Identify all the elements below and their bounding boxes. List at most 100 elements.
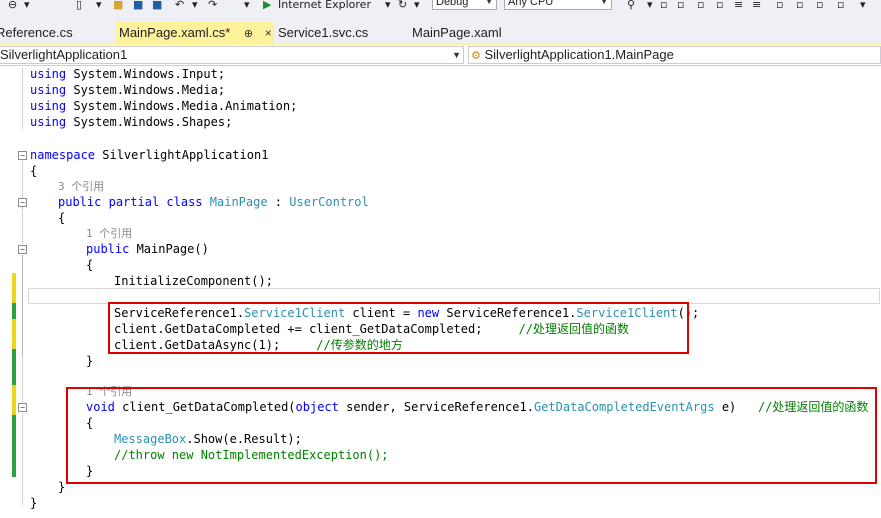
- undo-dropdown-icon[interactable]: ▾: [96, 0, 102, 12]
- chevron-down-icon: ▼: [485, 0, 493, 6]
- refresh-dropdown-icon[interactable]: ▾: [414, 0, 420, 12]
- code-text: {: [58, 211, 66, 225]
- undo-icon[interactable]: ↶: [175, 0, 184, 12]
- change-marker-saved: [12, 303, 16, 319]
- type-name: MainPage: [209, 195, 268, 209]
- find-icon[interactable]: ⚲: [627, 0, 635, 12]
- configuration-select[interactable]: Debug ▼: [432, 0, 497, 10]
- collapse-class-button[interactable]: −: [18, 198, 27, 207]
- project-combo[interactable]: SilverlightApplication1 ▼: [0, 46, 464, 64]
- find-dropdown-icon[interactable]: ▾: [647, 0, 653, 12]
- toolbar-icon-a[interactable]: ▫: [660, 0, 667, 12]
- tab-label: Service1.svc.cs: [278, 25, 369, 40]
- toolbar-icon-b[interactable]: ▫: [677, 0, 684, 12]
- annotation-box: [108, 302, 689, 354]
- fold-guide: [22, 68, 23, 130]
- collapse-namespace-button[interactable]: −: [18, 151, 27, 160]
- codelens-references[interactable]: 1 个引用: [86, 226, 132, 242]
- code-line: }: [86, 353, 93, 369]
- code-line: {: [30, 163, 37, 179]
- tab-reference-cs[interactable]: Reference.cs: [0, 22, 112, 43]
- collapse-constructor-button[interactable]: −: [18, 245, 27, 254]
- code-text: System.Windows.Media;: [73, 83, 226, 97]
- code-text: {: [86, 258, 94, 272]
- tab-label: MainPage.xaml.cs*: [119, 25, 231, 40]
- code-line: public partial class MainPage : UserCont…: [58, 194, 369, 210]
- code-text: System.Windows.Input;: [73, 67, 226, 81]
- browser-label[interactable]: Internet Explorer: [278, 0, 371, 12]
- tab-service1-svc-cs[interactable]: Service1.svc.cs: [274, 22, 404, 43]
- keyword: using: [30, 67, 67, 81]
- code-text: System.Windows.Shapes;: [73, 115, 233, 129]
- back-icon[interactable]: ⊖: [8, 0, 17, 12]
- collapse-method-button[interactable]: −: [18, 403, 27, 412]
- browser-dropdown-icon[interactable]: ▾: [385, 0, 391, 12]
- type-name: UserControl: [289, 195, 369, 209]
- platform-select[interactable]: Any CPU ▼: [504, 0, 612, 10]
- toolbar-icon-j[interactable]: ▫: [837, 0, 844, 12]
- toolbar-icon-f[interactable]: ≡: [752, 0, 761, 12]
- keyword: public: [86, 242, 130, 256]
- toolbar-icon-e[interactable]: ≡: [734, 0, 743, 12]
- platform-value: Any CPU: [508, 0, 554, 8]
- refresh-icon[interactable]: ↻: [398, 0, 407, 12]
- pin-icon[interactable]: ⊕: [244, 28, 253, 40]
- code-line: using System.Windows.Input;: [30, 66, 225, 82]
- redo-icon[interactable]: ↷: [208, 0, 217, 12]
- class-icon: ⚙: [471, 50, 481, 62]
- tab-mainpage-xaml[interactable]: MainPage.xaml: [408, 22, 528, 43]
- chevron-down-icon: ▼: [452, 50, 461, 60]
- new-file-icon[interactable]: ▯: [76, 0, 82, 12]
- code-line: {: [86, 257, 93, 273]
- code-line: using System.Windows.Media.Animation;: [30, 98, 297, 114]
- tab-mainpage-xaml-cs[interactable]: MainPage.xaml.cs* ⊕ ×: [115, 22, 274, 43]
- change-marker-saved: [12, 349, 16, 385]
- member-combo[interactable]: ⚙ SilverlightApplication1.MainPage: [468, 46, 881, 64]
- code-text: }: [30, 496, 38, 510]
- toolbar-icon-g[interactable]: ▫: [776, 0, 783, 12]
- close-icon[interactable]: ×: [265, 26, 272, 40]
- code-line: public MainPage(): [86, 241, 209, 257]
- undo-menu-icon[interactable]: ▾: [192, 0, 198, 12]
- code-text: MainPage(): [129, 242, 209, 256]
- keyword: using: [30, 99, 67, 113]
- keyword: namespace: [30, 148, 96, 162]
- code-line: InitializeComponent();: [114, 273, 273, 289]
- code-text: :: [267, 195, 290, 209]
- member-value: SilverlightApplication1.MainPage: [484, 47, 674, 62]
- save-all-icon[interactable]: ■: [152, 0, 162, 12]
- toolbar-overflow-icon[interactable]: ▾: [860, 0, 866, 12]
- tab-label: Reference.cs: [0, 25, 73, 40]
- change-marker-saved: [12, 415, 16, 477]
- code-line: }: [30, 495, 37, 511]
- save-icon[interactable]: ■: [133, 0, 143, 12]
- open-folder-icon[interactable]: ■: [113, 0, 123, 12]
- keyword: using: [30, 115, 67, 129]
- annotation-box: [66, 387, 877, 484]
- code-text: InitializeComponent();: [114, 274, 273, 288]
- toolbar-icon-h[interactable]: ▫: [796, 0, 803, 12]
- code-line: }: [58, 479, 65, 495]
- code-text: }: [86, 354, 94, 368]
- chevron-down-icon: ▼: [600, 0, 608, 6]
- keyword: public: [58, 195, 102, 209]
- navigation-bar: SilverlightApplication1 ▼ ⚙ SilverlightA…: [0, 45, 881, 66]
- fold-guide: [22, 255, 23, 355]
- toolbar-icon-i[interactable]: ▫: [816, 0, 823, 12]
- redo-menu-icon[interactable]: ▾: [244, 0, 250, 12]
- keyword: class: [166, 195, 203, 209]
- configuration-value: Debug: [436, 0, 469, 8]
- toolbar-icon-d[interactable]: ▫: [716, 0, 723, 12]
- dropdown-icon[interactable]: ▾: [24, 0, 30, 12]
- start-debug-icon[interactable]: ▶: [263, 0, 271, 12]
- toolbar-icon-c[interactable]: ▫: [697, 0, 704, 12]
- code-line: namespace SilverlightApplication1: [30, 147, 268, 163]
- code-editor[interactable]: using System.Windows.Input; using System…: [0, 66, 881, 518]
- code-line: {: [58, 210, 65, 226]
- code-line: using System.Windows.Shapes;: [30, 114, 232, 130]
- keyword: using: [30, 83, 67, 97]
- change-marker-unsaved: [12, 273, 16, 303]
- codelens-references[interactable]: 3 个引用: [58, 179, 104, 195]
- change-marker-unsaved: [12, 385, 16, 415]
- tab-label: MainPage.xaml: [412, 25, 502, 40]
